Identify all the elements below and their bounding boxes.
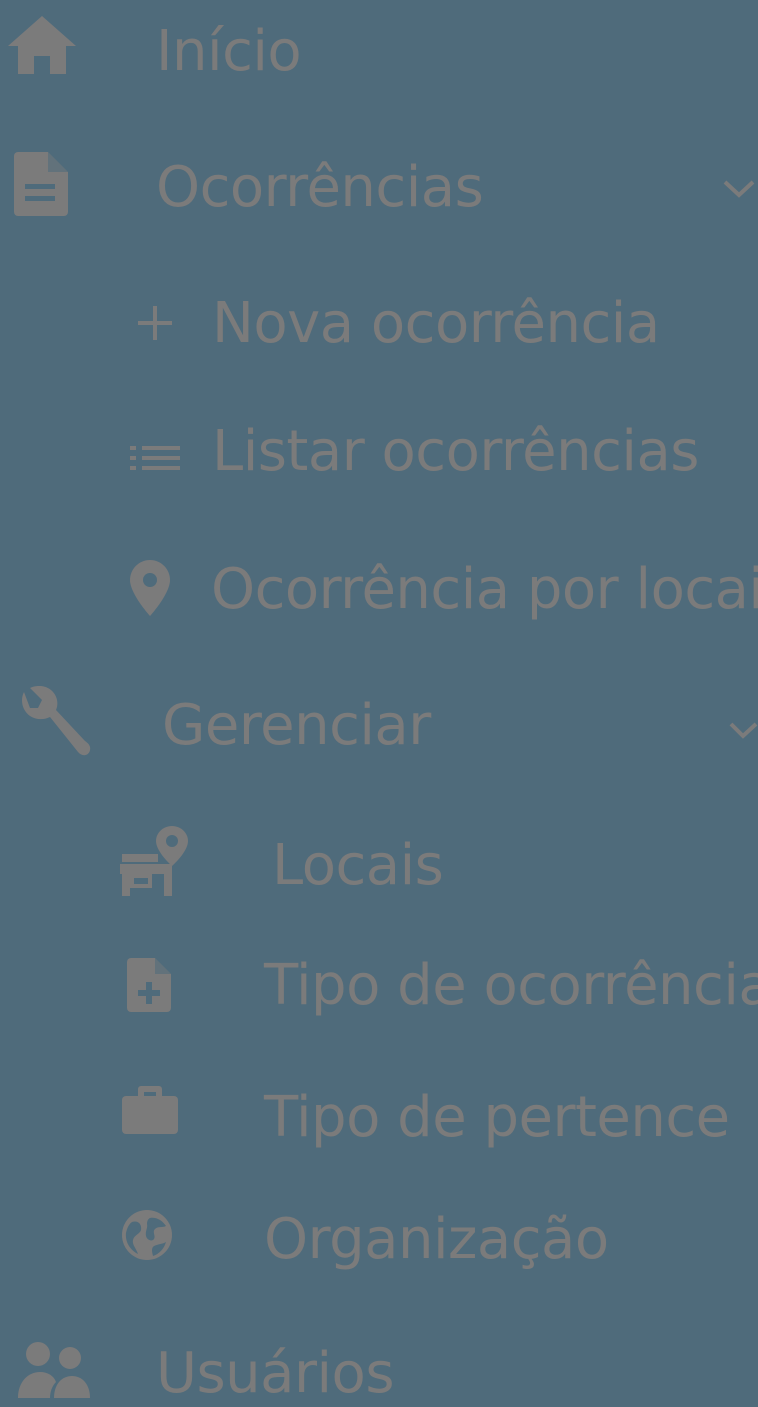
wrench-icon (16, 686, 92, 758)
chevron-down-icon[interactable] (728, 720, 758, 746)
sidebar-subitem-locais[interactable]: Locais (0, 814, 758, 914)
map-pin-icon (130, 560, 170, 616)
sidebar-item-label: Início (156, 19, 302, 84)
sidebar-subitem-label: Nova ocorrência (212, 291, 660, 356)
sidebar-subitem-organizacao[interactable]: Organização (0, 1190, 758, 1290)
store-location-icon (120, 824, 190, 898)
sidebar-subitem-label: Locais (272, 833, 444, 898)
sidebar-item-label: Usuários (156, 1341, 395, 1406)
chevron-down-icon[interactable] (722, 178, 756, 204)
sidebar-item-label: Ocorrências (156, 155, 484, 220)
sidebar-subitem-nova-ocorrencia[interactable]: Nova ocorrência (0, 276, 758, 376)
plus-icon (136, 304, 174, 342)
briefcase-icon (122, 1084, 178, 1136)
sidebar-subitem-label: Organização (264, 1207, 609, 1272)
sidebar-subitem-label: Tipo de ocorrência (264, 953, 758, 1018)
globe-icon (120, 1208, 174, 1262)
sidebar-subitem-tipo-de-ocorrencia[interactable]: Tipo de ocorrência (0, 936, 758, 1036)
sidebar-item-gerenciar[interactable]: Gerenciar (0, 676, 758, 776)
sidebar-subitem-ocorrencia-por-locais[interactable]: Ocorrência por locais (0, 540, 758, 640)
users-icon (18, 1340, 92, 1402)
home-icon (6, 14, 78, 76)
sidebar-menu: Início Ocorrências Nova ocorrência Lista… (0, 0, 758, 1407)
sidebar-subitem-tipo-de-pertence[interactable]: Tipo de pertence (0, 1066, 758, 1166)
sidebar-subitem-label: Tipo de pertence (264, 1085, 730, 1150)
sidebar-subitem-label: Listar ocorrências (212, 419, 699, 484)
document-icon (14, 152, 68, 216)
sidebar-item-inicio[interactable]: Início (0, 0, 758, 100)
file-plus-icon (127, 958, 171, 1012)
sidebar-item-label: Gerenciar (162, 693, 431, 758)
sidebar-subitem-label: Ocorrência por locais (211, 557, 758, 622)
sidebar-item-ocorrencias[interactable]: Ocorrências (0, 136, 758, 236)
sidebar-item-usuarios[interactable]: Usuários (0, 1322, 758, 1407)
list-icon (130, 444, 182, 472)
sidebar-subitem-listar-ocorrencias[interactable]: Listar ocorrências (0, 404, 758, 504)
